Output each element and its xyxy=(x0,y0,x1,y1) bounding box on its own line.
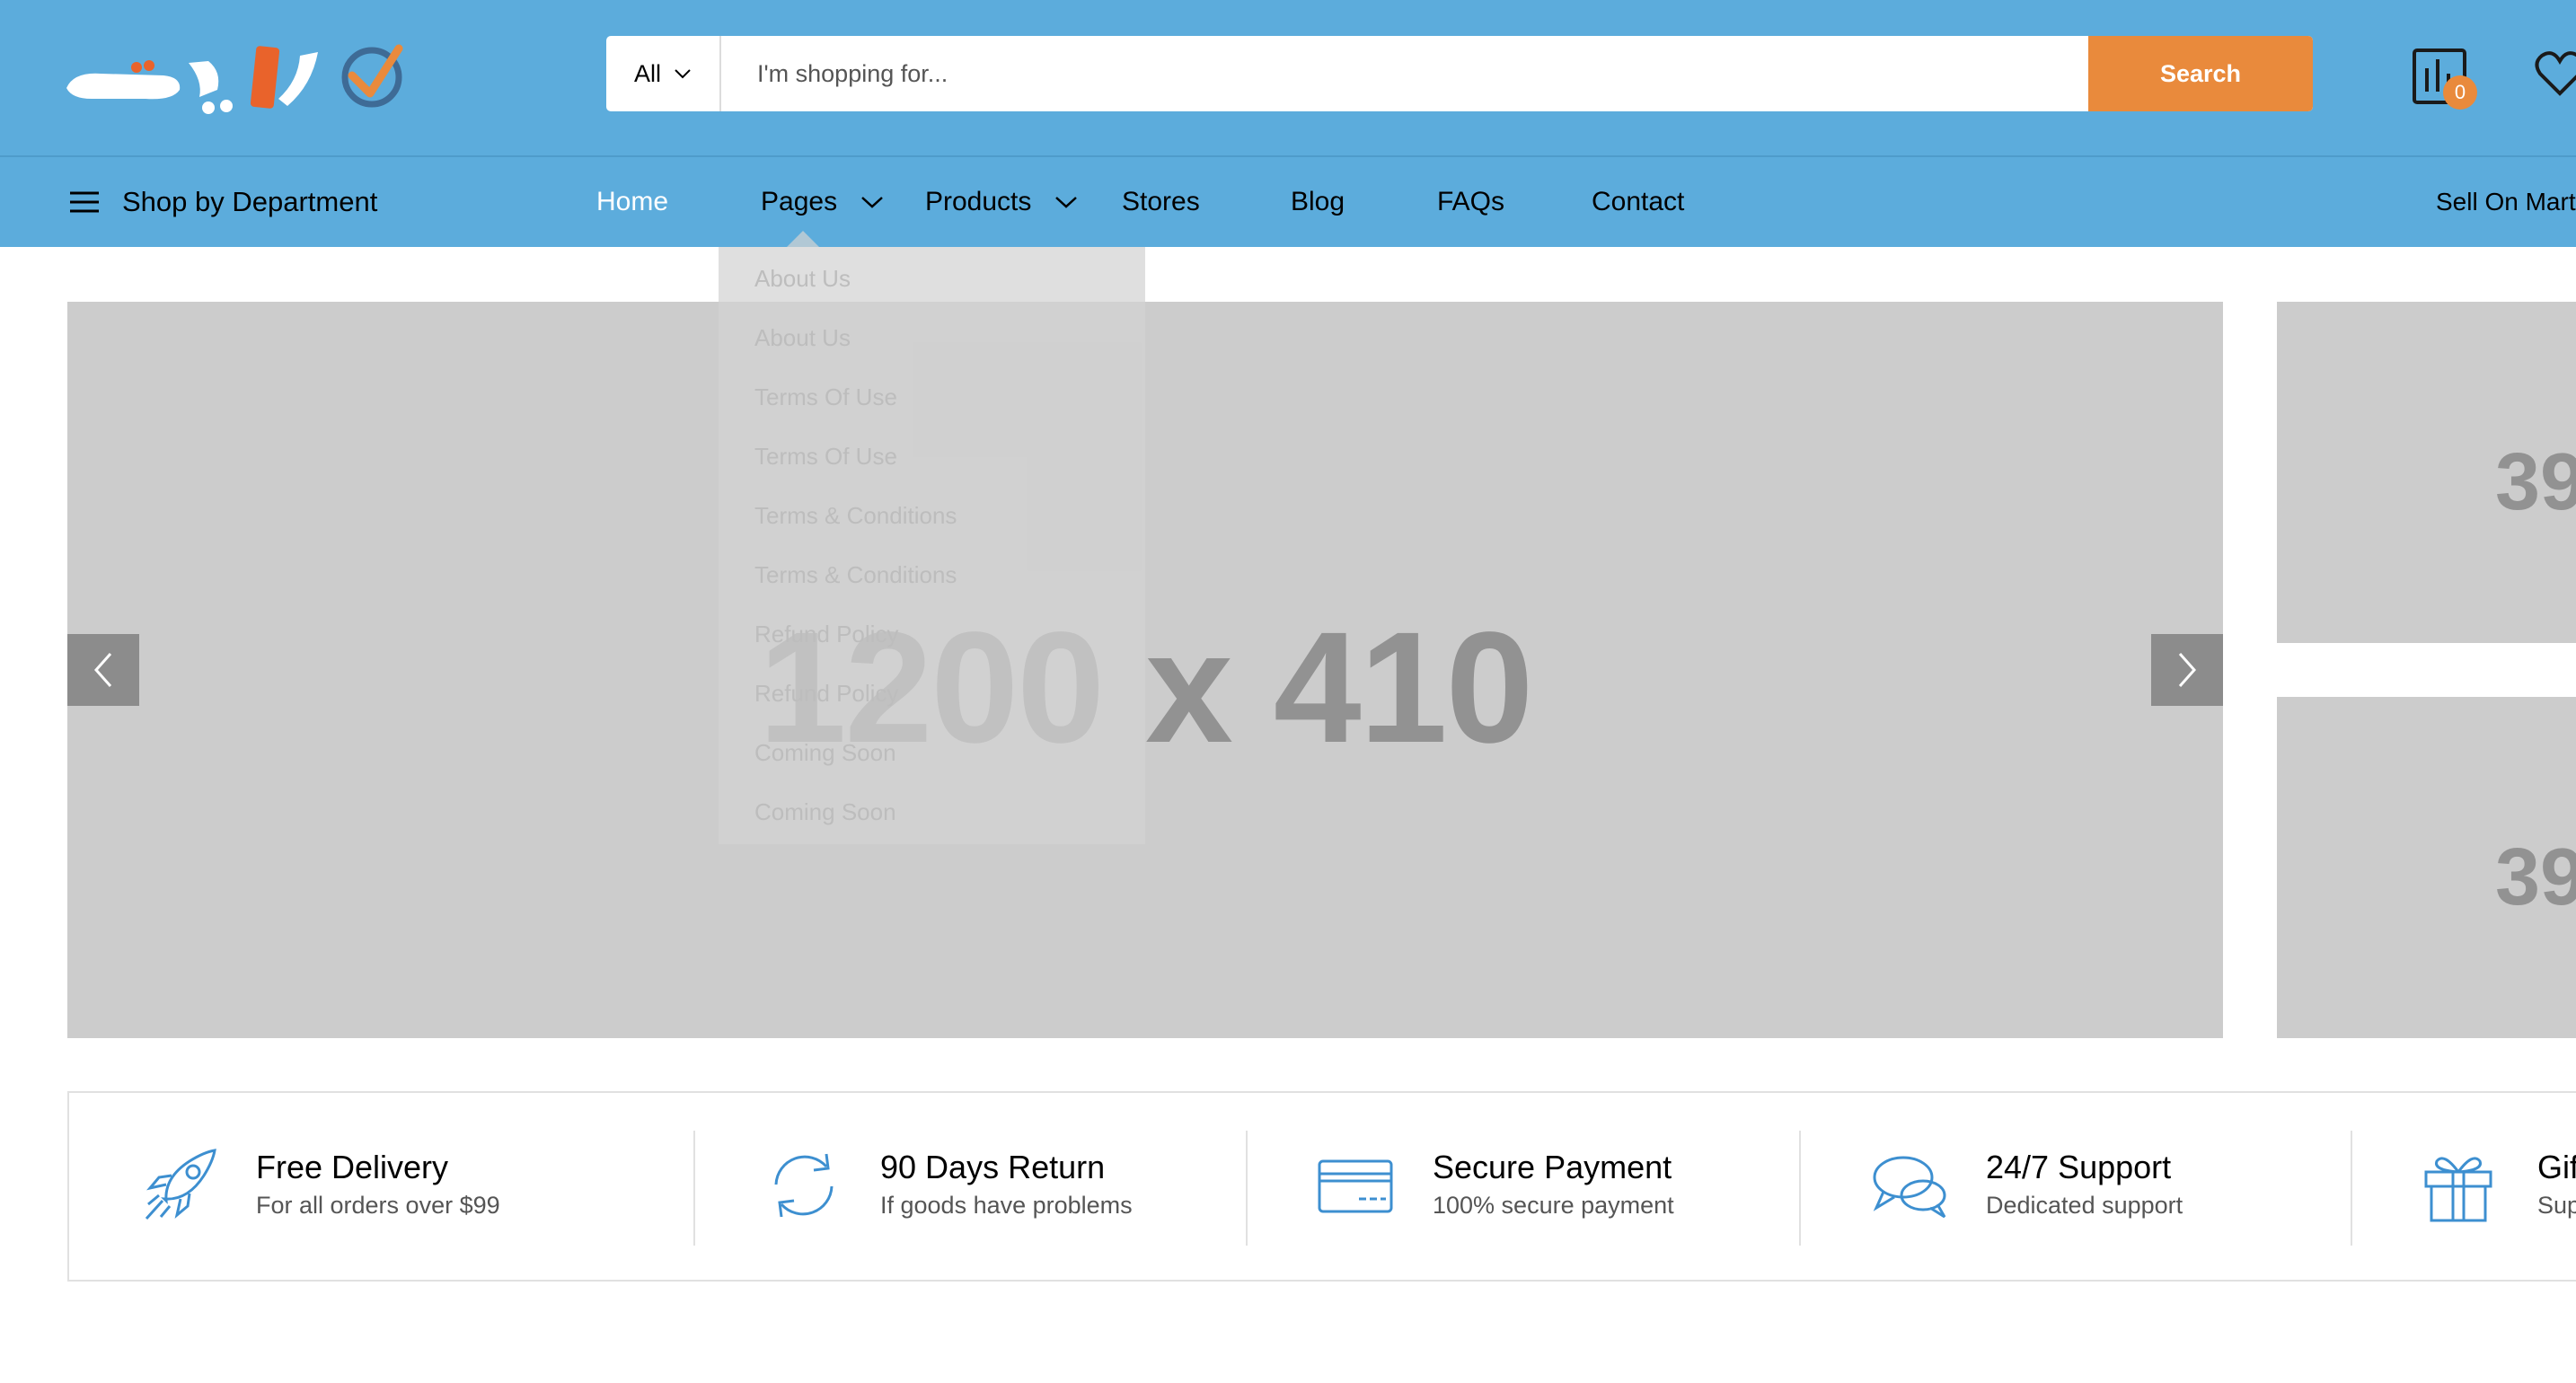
feature-subtitle: For all orders over $99 xyxy=(256,1192,500,1219)
feature-title: Free Delivery xyxy=(256,1149,449,1185)
dropdown-item-refund-policy[interactable]: Refund Policy xyxy=(754,680,898,708)
dropdown-item-terms-conditions[interactable]: Terms & Conditions xyxy=(754,502,957,530)
nav-label: Pages xyxy=(761,187,838,216)
dropdown-item-about-us[interactable]: About Us xyxy=(754,265,851,293)
features-strip: Free Delivery For all orders over $99 90… xyxy=(67,1091,2576,1282)
chat-icon xyxy=(1873,1156,1946,1219)
site-header: All Search 0 xyxy=(0,0,2576,247)
chevron-left-icon xyxy=(93,653,112,687)
feature-title: Secure Payment xyxy=(1433,1149,1672,1185)
nav-label: Home xyxy=(596,187,669,216)
compare-count-badge: 0 xyxy=(2443,75,2477,110)
dropdown-item-terms-of-use[interactable]: Terms Of Use xyxy=(754,383,897,411)
side-banner-bottom[interactable]: 390 xyxy=(2277,697,2576,1038)
slider-prev-button[interactable] xyxy=(67,634,139,706)
dropdown-item-refund-policy[interactable]: Refund Policy xyxy=(754,621,898,648)
search-input[interactable] xyxy=(721,36,2088,111)
nav-label: Blog xyxy=(1291,187,1345,216)
search-button[interactable]: Search xyxy=(2088,36,2313,111)
banner-placeholder-text: 390 xyxy=(2495,437,2576,527)
feature-subtitle: 100% secure payment xyxy=(1433,1192,1674,1219)
refresh-icon xyxy=(774,1153,834,1218)
feature-divider xyxy=(1246,1131,1248,1246)
nav-label: Contact xyxy=(1592,187,1685,216)
feature-divider xyxy=(1799,1131,1801,1246)
main-navigation: Shop by Department Home Pages Products S… xyxy=(0,157,2576,247)
chevron-right-icon xyxy=(2178,653,2197,687)
feature-title: 90 Days Return xyxy=(880,1149,1106,1185)
nav-pages[interactable]: Pages xyxy=(761,157,884,247)
dropdown-item-about-us[interactable]: About Us xyxy=(754,324,851,352)
nav-faqs[interactable]: FAQs xyxy=(1437,157,1504,247)
slider-next-button[interactable] xyxy=(2151,634,2223,706)
search-category-label: All xyxy=(633,59,661,87)
banner-placeholder-text: 390 xyxy=(2495,832,2576,922)
dropdown-item-terms-of-use[interactable]: Terms Of Use xyxy=(754,443,897,471)
feature-title: Gif xyxy=(2537,1149,2576,1185)
shop-by-department-button[interactable]: Shop by Department xyxy=(68,157,377,247)
feature-subtitle: Dedicated support xyxy=(1986,1192,2183,1219)
nav-products[interactable]: Products xyxy=(925,157,1078,247)
rocket-icon xyxy=(145,1149,216,1220)
sell-on-link[interactable]: Sell On Martf xyxy=(2436,157,2576,247)
nav-label: Products xyxy=(925,187,1032,216)
feature-divider xyxy=(2351,1131,2352,1246)
wishlist-button[interactable] xyxy=(2533,47,2576,101)
chevron-down-icon xyxy=(1055,197,1078,208)
chevron-down-icon xyxy=(861,197,883,208)
feature-divider xyxy=(693,1131,695,1246)
nav-label: Stores xyxy=(1122,187,1200,216)
nav-blog[interactable]: Blog xyxy=(1291,157,1345,247)
dropdown-item-terms-conditions[interactable]: Terms & Conditions xyxy=(754,561,957,589)
nav-stores[interactable]: Stores xyxy=(1122,157,1200,247)
header-top: All Search 0 xyxy=(0,0,2576,155)
feature-subtitle: If goods have problems xyxy=(880,1192,1133,1219)
nav-label: FAQs xyxy=(1437,187,1505,216)
dropdown-pointer xyxy=(787,231,819,247)
dropdown-item-coming-soon[interactable]: Coming Soon xyxy=(754,739,896,767)
dropdown-item-coming-soon[interactable]: Coming Soon xyxy=(754,798,896,826)
gift-icon xyxy=(2424,1157,2492,1222)
side-banner-top[interactable]: 390 xyxy=(2277,302,2576,643)
feature-subtitle: Sup xyxy=(2537,1192,2576,1219)
credit-card-icon xyxy=(1318,1159,1393,1213)
pages-dropdown-menu: About Us About Us Terms Of Use Terms Of … xyxy=(719,247,1145,844)
site-logo[interactable] xyxy=(65,36,406,117)
menu-icon xyxy=(70,191,99,213)
hero-slider: 1200 x 410 xyxy=(67,302,2223,1038)
slider-placeholder-text: 1200 x 410 xyxy=(759,600,1534,776)
feature-title: 24/7 Support xyxy=(1986,1149,2172,1185)
chevron-down-icon xyxy=(675,69,691,79)
department-label: Shop by Department xyxy=(122,186,378,217)
search-category-select[interactable]: All xyxy=(606,36,721,111)
search-bar: All Search xyxy=(606,36,2313,111)
heart-icon xyxy=(2535,51,2576,96)
nav-contact[interactable]: Contact xyxy=(1592,157,1684,247)
nav-home[interactable]: Home xyxy=(596,157,668,247)
